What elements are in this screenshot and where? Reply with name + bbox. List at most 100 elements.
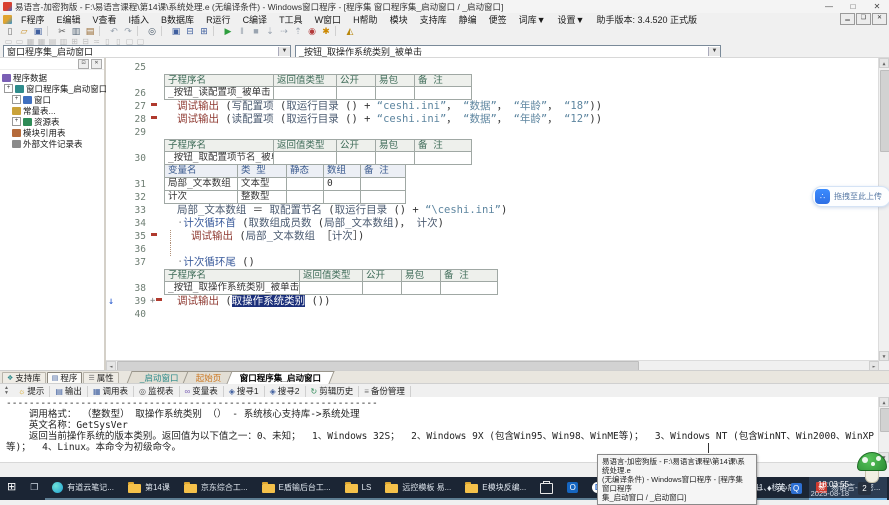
code-line[interactable]: 36 <box>106 243 879 256</box>
expand-icon[interactable]: + <box>12 117 21 126</box>
scrollbar-thumb[interactable] <box>880 408 889 432</box>
infobar-item-备份管理[interactable]: ≡备份管理 <box>359 386 411 397</box>
tree-item-[interactable]: +资源表 <box>2 116 104 127</box>
menu-item[interactable]: 词库▼ <box>513 13 552 26</box>
netdisk-upload-widget[interactable]: ∴ 拖拽至此上传 <box>812 186 889 207</box>
menu-item[interactable]: E编辑 <box>51 13 87 26</box>
menu-item[interactable]: T工具 <box>273 13 309 26</box>
taskbar-item-folder-lesson14[interactable]: 第14课 <box>121 477 177 500</box>
tray-app-icon[interactable]: Q <box>791 483 802 494</box>
copy-icon[interactable]: ▥ <box>70 26 82 37</box>
tile-horizontal-icon[interactable]: ⊟ <box>184 26 196 37</box>
taskbar-item-folder-edun[interactable]: E盾输后台工... <box>255 477 338 500</box>
run-icon[interactable]: ▶ <box>222 26 234 37</box>
menu-item[interactable]: V查看 <box>87 13 123 26</box>
spin-arrows[interactable]: ▲▼ <box>2 386 11 396</box>
step-into-icon[interactable]: ⇣ <box>264 26 276 37</box>
infobar-item-输出[interactable]: ▤输出 <box>50 386 88 397</box>
find-icon[interactable]: ◎ <box>146 26 158 37</box>
tree-item-[interactable]: 程序数据 <box>2 72 104 83</box>
code-line[interactable]: 26_按钮_读配置项_被单击 <box>106 87 879 100</box>
code-line[interactable]: 35调试输出 (局部_文本数组 ［计次］) <box>106 230 879 243</box>
code-line[interactable]: 37·计次循环尾 () <box>106 256 879 269</box>
code-line[interactable]: 25 <box>106 61 879 74</box>
menu-item[interactable]: 支持库 <box>414 13 453 26</box>
menu-item[interactable]: 便签 <box>483 13 513 26</box>
step-over-icon[interactable]: ⇢ <box>278 26 290 37</box>
paste-icon[interactable]: ▤ <box>84 26 96 37</box>
expand-icon[interactable]: + <box>12 95 21 104</box>
step-out-icon[interactable]: ⇡ <box>292 26 304 37</box>
infobar-item-搜寻1[interactable]: ◈搜寻1 <box>224 386 265 397</box>
tray-ime-icon[interactable]: 英 <box>777 477 786 500</box>
hand-icon[interactable]: ✱ <box>320 26 332 37</box>
menu-item[interactable]: B数据库 <box>155 13 200 26</box>
taskbar-item-folder-emodule[interactable]: E模块反编... <box>458 477 533 500</box>
mdi-close-button[interactable]: ✕ <box>872 13 887 25</box>
redo-icon[interactable]: ↷ <box>122 26 134 37</box>
tile-vertical-icon[interactable]: ⊞ <box>198 26 210 37</box>
menu-item[interactable]: C编译 <box>237 13 274 26</box>
menu-item[interactable]: 设置▼ <box>552 13 591 26</box>
scroll-up-icon[interactable]: ▲ <box>879 58 889 68</box>
minimize-button[interactable]: — <box>817 0 841 13</box>
tree-item-[interactable]: 常量表... <box>2 105 104 116</box>
mdi-minimize-button[interactable]: ▁ <box>840 13 855 25</box>
panel-close-icon[interactable]: ✕ <box>91 59 102 69</box>
tree-item-_[interactable]: +窗口程序集_启动窗口 <box>2 83 104 94</box>
document-tab[interactable]: 窗口程序集_启动窗口 <box>226 371 334 384</box>
taskbar-clock[interactable]: 18:03:55 2025-08-18 <box>811 480 849 498</box>
start-button[interactable]: ⊞ <box>0 477 23 500</box>
menu-item[interactable]: I插入 <box>123 13 156 26</box>
chevron-down-icon[interactable]: ▼ <box>708 47 720 56</box>
tree-item-[interactable]: 模块引用表 <box>2 127 104 138</box>
menu-item[interactable]: F程序 <box>15 13 51 26</box>
scroll-up-icon[interactable]: ▲ <box>879 397 889 407</box>
code-line[interactable]: 28调试输出 (读配置项 (取运行目录 () + “ceshi.ini”， “数… <box>106 113 879 126</box>
cut-icon[interactable]: ✂ <box>56 26 68 37</box>
code-line[interactable]: 39↓+调试输出 (取操作系统类别 ()) <box>106 295 879 308</box>
menu-item[interactable]: 静编 <box>453 13 483 26</box>
code-line[interactable]: 32计次整数型 <box>106 191 879 204</box>
cascade-windows-icon[interactable]: ▣ <box>170 26 182 37</box>
find-all-icon[interactable]: ◭ <box>344 26 356 37</box>
pause-icon[interactable]: ‖ <box>236 26 248 37</box>
mushroom-widget-icon[interactable] <box>857 452 887 486</box>
scrollbar-thumb[interactable] <box>880 70 889 152</box>
close-button[interactable]: ✕ <box>865 0 889 13</box>
stop-icon[interactable]: ■ <box>250 26 262 37</box>
code-line[interactable]: 27调试输出 (写配置项 (取运行目录 () + “ceshi.ini”， “数… <box>106 100 879 113</box>
taskbar-item-youdao-note[interactable]: 有道云笔记... <box>45 477 121 500</box>
menu-item[interactable]: H帮助 <box>347 13 384 26</box>
panel-dock-icon[interactable]: ⊡ <box>78 59 89 69</box>
menu-item[interactable]: W窗口 <box>309 13 348 26</box>
taskbar-item-folder-remote[interactable]: 远控模板 易... <box>378 477 458 500</box>
tree-item-[interactable]: +窗口 <box>2 94 104 105</box>
taskbar-item-outlook[interactable]: O <box>560 477 585 500</box>
menu-item[interactable]: 模块 <box>384 13 414 26</box>
infobar-item-变量表[interactable]: ∞变量表 <box>180 386 224 397</box>
tray-mic-icon[interactable]: ♦ <box>767 477 772 500</box>
infobar-item-调用表[interactable]: ▦调用表 <box>88 386 134 397</box>
new-icon[interactable]: ▯ <box>4 26 16 37</box>
expand-icon[interactable]: + <box>4 84 13 93</box>
editor-vertical-scrollbar[interactable]: ▲ ▼ <box>878 58 889 361</box>
taskbar-item-folder-jd[interactable]: 京东综合工... <box>177 477 255 500</box>
menu-item[interactable]: 助手版本: 3.4.520 正式版 <box>590 13 703 26</box>
code-line[interactable]: 40 <box>106 308 879 321</box>
open-icon[interactable]: ▱ <box>18 26 30 37</box>
infobar-item-剪辑历史[interactable]: ↻剪辑历史 <box>306 386 360 397</box>
menu-item[interactable]: R运行 <box>200 13 237 26</box>
infobar-item-提示[interactable]: ☼提示 <box>13 386 50 397</box>
code-editor[interactable]: 25子程序名返回值类型公开易包备 注26_按钮_读配置项_被单击27调试输出 (… <box>106 58 889 371</box>
taskbar-item-folder-ls[interactable]: LS <box>338 477 379 500</box>
taskbar-item-store[interactable] <box>533 477 560 500</box>
infobar-item-监视表[interactable]: ◎监视表 <box>134 386 180 397</box>
chevron-down-icon[interactable]: ▼ <box>278 47 290 56</box>
infobar-item-搜寻2[interactable]: ◈搜寻2 <box>265 386 306 397</box>
code-line[interactable]: 33局部_文本数组 ＝ 取配置节名 (取运行目录 () + “\ceshi.in… <box>106 204 879 217</box>
undo-icon[interactable]: ↶ <box>108 26 120 37</box>
tree-item-[interactable]: 外部文件记录表 <box>2 138 104 149</box>
task-view-button[interactable]: ❒ <box>23 477 45 500</box>
code-line[interactable]: 34·计次循环首 (取数组成员数 (局部_文本数组)， 计次) <box>106 217 879 230</box>
